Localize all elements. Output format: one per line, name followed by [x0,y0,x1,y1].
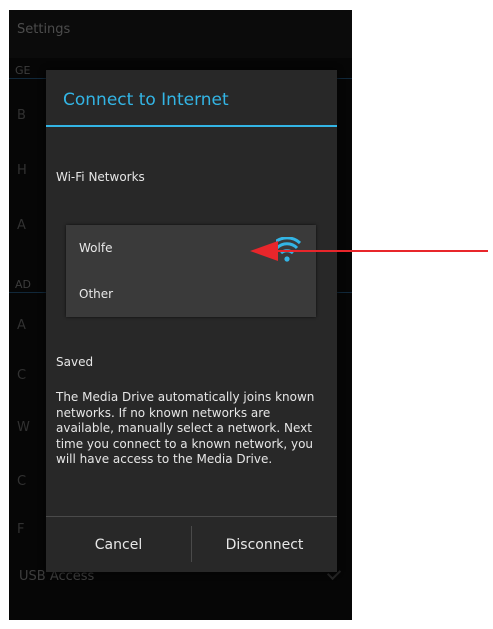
disconnect-button[interactable]: Disconnect [192,517,337,572]
wifi-networks-header: Wi-Fi Networks [56,170,145,184]
network-item-other[interactable]: Other [79,287,113,301]
dialog-title: Connect to Internet [63,90,229,110]
connect-to-internet-dialog: Connect to Internet Wi-Fi Networks Wolfe… [46,70,337,572]
cancel-button[interactable]: Cancel [46,517,191,572]
network-item-wolfe[interactable]: Wolfe [79,241,112,255]
saved-networks-header: Saved [56,355,94,369]
info-text: The Media Drive automatically joins know… [56,390,315,466]
annotation-arrow-icon [250,241,488,261]
title-divider [46,125,337,127]
device-screen: Settings GE B H A M AD A C W C F USB Acc… [9,10,352,620]
